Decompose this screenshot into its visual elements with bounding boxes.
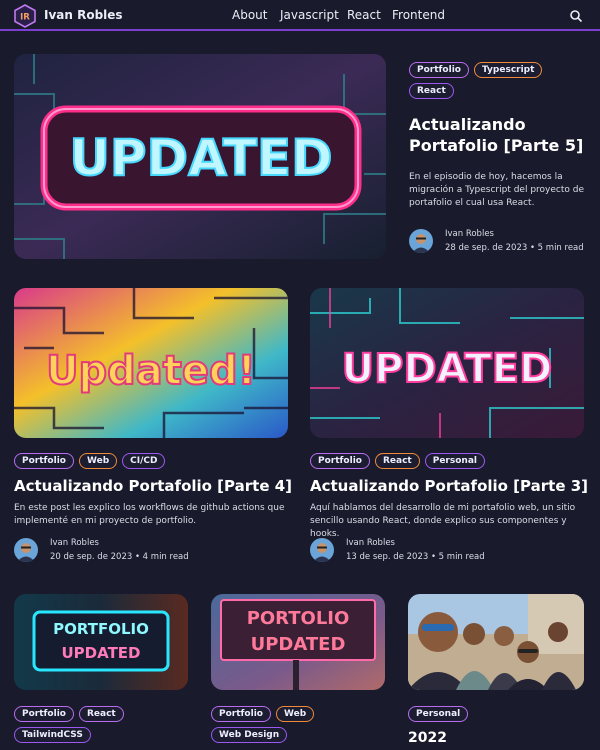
tag-portfolio[interactable]: Portfolio	[14, 706, 74, 722]
tag-tailwindcss[interactable]: TailwindCSS	[14, 727, 91, 743]
post-tags: Portfolio React Personal	[310, 453, 485, 469]
tag-personal[interactable]: Personal	[408, 706, 469, 722]
tag-web[interactable]: Web	[275, 706, 315, 722]
logo-text: IR	[20, 13, 30, 23]
logo-icon[interactable]: IR	[14, 4, 36, 28]
post-image-text: UPDATED	[62, 644, 141, 662]
avatar	[14, 538, 38, 562]
post-date: 20 de sep. de 2023 • 4 min read	[50, 552, 189, 562]
post-author: Ivan Robles 20 de sep. de 2023 • 4 min r…	[14, 536, 189, 564]
post-author: Ivan Robles 13 de sep. de 2023 • 5 min r…	[310, 536, 485, 564]
post-image[interactable]: PORTOLIO UPDATED	[211, 594, 385, 690]
post-image[interactable]: Updated!	[14, 288, 288, 438]
post-date: 28 de sep. de 2023 • 5 min read	[445, 243, 584, 253]
tag-react[interactable]: React	[78, 706, 124, 722]
post-tags: Portfolio Web CI/CD	[14, 453, 166, 469]
tag-portfolio[interactable]: Portfolio	[14, 453, 74, 469]
post-tags: Personal	[408, 706, 469, 722]
tag-react[interactable]: React	[409, 83, 454, 99]
post-image[interactable]	[408, 594, 584, 690]
nav-link-javascript[interactable]: Javascript	[280, 8, 339, 22]
tag-ci-cd[interactable]: CI/CD	[122, 453, 166, 469]
post-image[interactable]: UPDATED	[310, 288, 584, 438]
tag-web-design[interactable]: Web Design	[211, 727, 288, 743]
tag-portfolio[interactable]: Portfolio	[409, 62, 469, 78]
post-excerpt: En este post les explico los workflows d…	[14, 503, 285, 526]
post-image-text: UPDATED	[342, 346, 553, 392]
post-title[interactable]: Actualizando Portafolio [Parte 4]	[14, 476, 299, 496]
nav-link-react[interactable]: React	[347, 8, 381, 22]
avatar	[310, 538, 334, 562]
featured-image-text: UPDATED	[69, 129, 332, 187]
featured-post-excerpt: En el episodio de hoy, hacemos la migrac…	[409, 172, 584, 208]
post-title[interactable]: 2022	[408, 730, 447, 746]
top-navbar: IR Ivan Robles About Javascript React Fr…	[0, 0, 600, 31]
search-icon[interactable]	[569, 9, 583, 23]
nav-link-about[interactable]: About	[232, 8, 267, 22]
tag-web[interactable]: Web	[78, 453, 118, 469]
tag-portfolio[interactable]: Portfolio	[310, 453, 370, 469]
post-image-text: Updated!	[46, 348, 256, 394]
post-image-text: UPDATED	[251, 634, 346, 655]
post-image-text: PORTFOLIO	[53, 620, 149, 638]
avatar	[409, 229, 433, 253]
nav-link-frontend[interactable]: Frontend	[392, 8, 445, 22]
post-image-text: PORTOLIO	[247, 608, 350, 629]
tag-typescript[interactable]: Typescript	[473, 62, 543, 78]
post-date: 13 de sep. de 2023 • 5 min read	[346, 552, 485, 562]
post-image[interactable]: PORTFOLIO UPDATED	[14, 594, 188, 690]
featured-post-title[interactable]: Actualizando Portafolio [Parte 5]	[409, 114, 584, 156]
post-title[interactable]: Actualizando Portafolio [Parte 3]	[310, 476, 595, 496]
brand-name[interactable]: Ivan Robles	[44, 8, 123, 22]
author-name: Ivan Robles	[445, 229, 494, 239]
author-name: Ivan Robles	[346, 538, 395, 548]
featured-post-author: Ivan Robles 28 de sep. de 2023 • 5 min r…	[409, 227, 584, 255]
tag-personal[interactable]: Personal	[424, 453, 485, 469]
featured-tags: Portfolio Typescript React	[409, 62, 589, 99]
post-tags: Portfolio Web Web Design	[211, 706, 387, 743]
author-name: Ivan Robles	[50, 538, 99, 548]
post-tags: Portfolio React TailwindCSS	[14, 706, 190, 743]
tag-react[interactable]: React	[374, 453, 420, 469]
tag-portfolio[interactable]: Portfolio	[211, 706, 271, 722]
featured-post-image[interactable]: UPDATED	[14, 54, 386, 259]
